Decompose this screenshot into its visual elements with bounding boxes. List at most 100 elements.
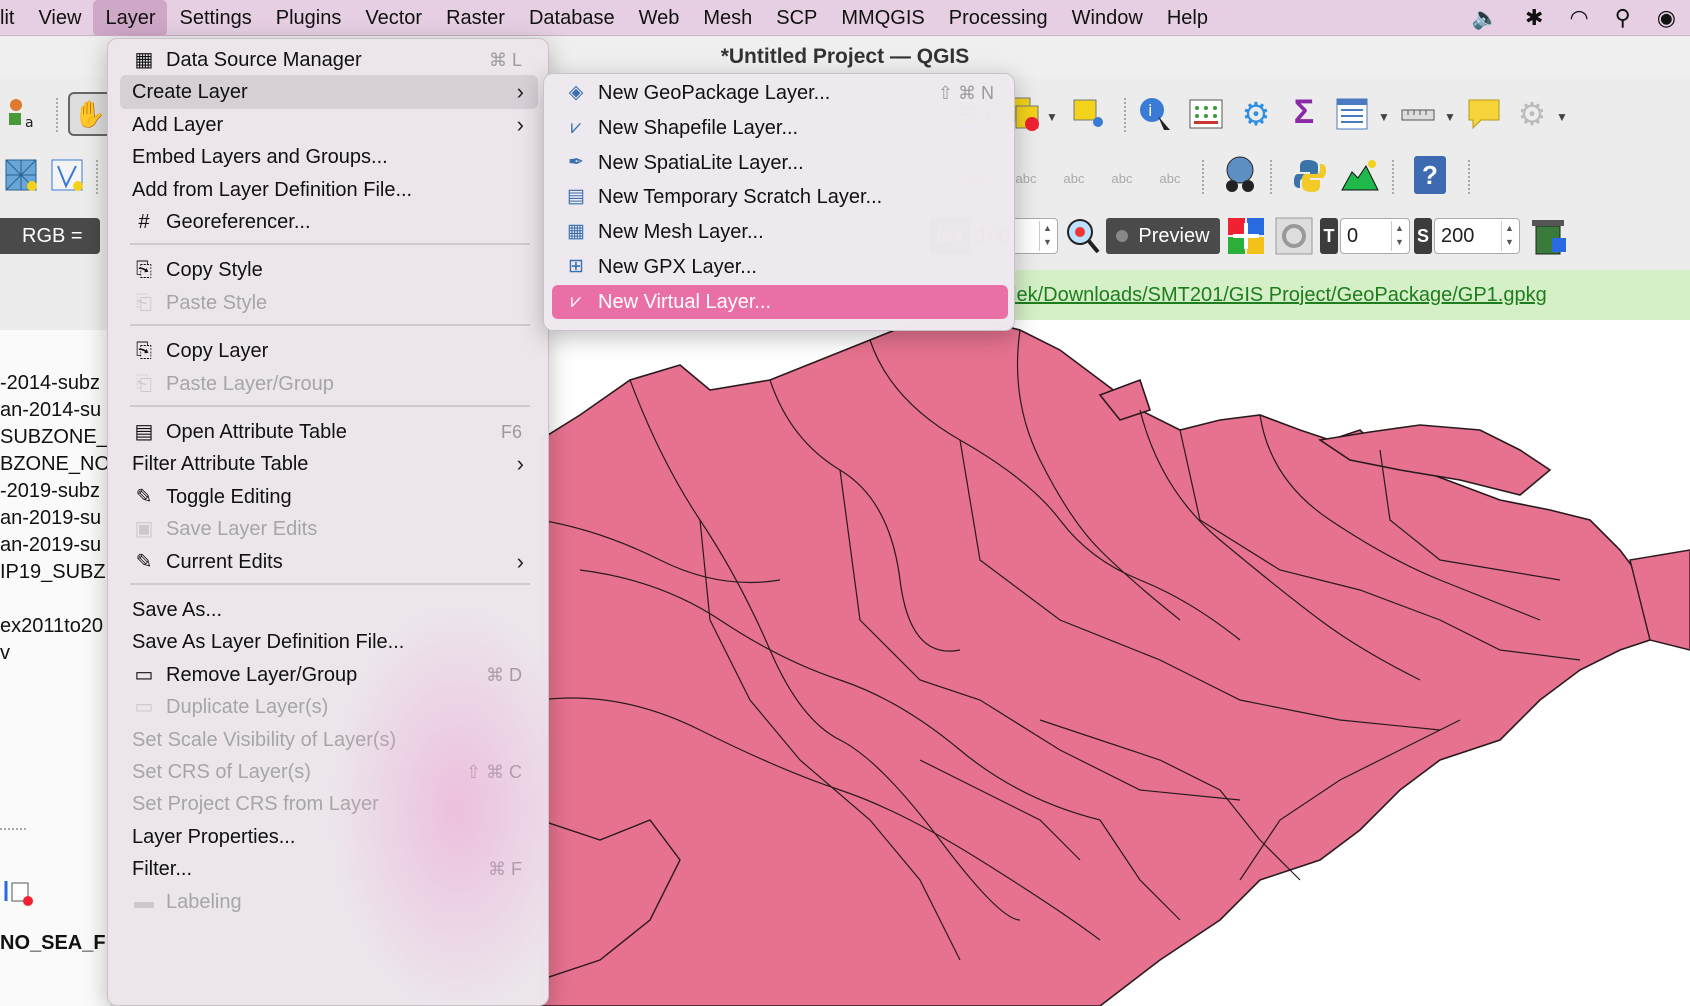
menu-item-current-edits[interactable]: ✎ Current Edits ›	[120, 545, 538, 579]
menu-window[interactable]: Window	[1060, 0, 1155, 36]
map-tips-icon[interactable]	[1464, 94, 1504, 134]
menu-item-paste-style[interactable]: ⎗ Paste Style	[120, 286, 538, 320]
spin-arrows-icon[interactable]: ▲ ▼	[1391, 221, 1407, 251]
menu-item-data-source-manager[interactable]: ▦ Data Source Manager ⌘ L	[120, 43, 538, 77]
toolbar-grip[interactable]	[96, 160, 100, 194]
spotlight-search-icon[interactable]: ⚲	[1615, 5, 1631, 31]
layer-tree-item[interactable]: ex2011to20	[0, 615, 103, 638]
control-center-icon[interactable]: ◉	[1657, 5, 1676, 31]
label-move-icon[interactable]: abc	[1054, 158, 1094, 198]
menu-web[interactable]: Web	[627, 0, 692, 36]
layer-tree-item[interactable]: -2014-subz	[0, 372, 100, 395]
layers-panel-tool-icon[interactable]	[0, 872, 40, 912]
layer-tree-item[interactable]: an-2014-su	[0, 399, 101, 422]
menu-plugins[interactable]: Plugins	[264, 0, 354, 36]
identify-features-icon[interactable]: i	[1136, 94, 1176, 134]
refresh-icon[interactable]	[1274, 216, 1314, 256]
scp-band-set-icon[interactable]	[1226, 216, 1266, 256]
help-icon[interactable]: ?	[1414, 156, 1446, 194]
toolbar-grip[interactable]	[56, 98, 60, 132]
menu-item-layer-properties[interactable]: Layer Properties...	[120, 820, 538, 854]
layer-tree-bottom-item[interactable]: NO_SEA_F	[0, 932, 106, 955]
map-canvas[interactable]	[540, 320, 1690, 1006]
submenu-item-new-geopackage-layer[interactable]: ◈ New GeoPackage Layer... ⇧ ⌘ N	[552, 76, 1008, 110]
new-mesh-layer-icon[interactable]	[2, 156, 42, 196]
digitize-icon[interactable]: a	[4, 94, 44, 134]
statistical-summary-icon[interactable]: Σ	[1284, 92, 1324, 132]
menu-help[interactable]: Help	[1155, 0, 1220, 36]
processing-toolbox-icon[interactable]: ⚙	[1236, 94, 1276, 134]
menu-item-save-as[interactable]: Save As...	[120, 593, 538, 627]
menu-item-open-attribute-table[interactable]: ▤ Open Attribute Table F6	[120, 415, 538, 449]
menu-item-add-from-layer-definition-file[interactable]: Add from Layer Definition File...	[120, 173, 538, 207]
menu-layer[interactable]: Layer	[93, 0, 168, 36]
open-field-calculator-icon[interactable]	[1186, 94, 1226, 134]
menu-view[interactable]: View	[26, 0, 93, 36]
rgb-combo[interactable]: RGB =	[0, 218, 100, 254]
submenu-item-new-spatialite-layer[interactable]: ✒ New SpatiaLite Layer...	[552, 146, 1008, 180]
bluetooth-icon[interactable]: ✱	[1525, 5, 1543, 31]
chevron-down-icon[interactable]: ▼	[1046, 110, 1058, 124]
chevron-down-icon[interactable]: ▼	[1556, 110, 1568, 124]
submenu-item-new-mesh-layer[interactable]: ▦ New Mesh Layer...	[552, 215, 1008, 249]
menu-mmqgis[interactable]: MMQGIS	[829, 0, 936, 36]
layer-tree-item[interactable]: SUBZONE_I	[0, 426, 110, 449]
terrain-profile-icon[interactable]	[1340, 156, 1380, 196]
layer-tree-item[interactable]: an-2019-su	[0, 507, 101, 530]
menu-item-create-layer[interactable]: Create Layer ›	[120, 75, 538, 110]
zoom-preview-icon[interactable]	[1062, 216, 1102, 256]
osm-plugin-icon[interactable]	[1220, 154, 1260, 194]
chevron-down-icon[interactable]: ▼	[1444, 110, 1456, 124]
menu-item-add-layer[interactable]: Add Layer ›	[120, 108, 538, 142]
pan-hand-icon[interactable]: ✋	[68, 92, 112, 136]
wifi-icon[interactable]: ◠	[1569, 5, 1588, 31]
menu-item-set-scale-visibility-of-layer-s[interactable]: Set Scale Visibility of Layer(s)	[120, 723, 538, 757]
message-bar-path-link[interactable]: lek/Downloads/SMT201/GIS Project/GeoPack…	[1000, 270, 1690, 320]
toolbar-grip[interactable]	[1392, 160, 1396, 194]
toolbar-grip[interactable]	[1124, 98, 1128, 132]
menu-lit[interactable]: lit	[0, 0, 26, 36]
menu-item-save-layer-edits[interactable]: ▣ Save Layer Edits	[120, 512, 538, 546]
menu-item-labeling[interactable]: ▬ Labeling	[120, 885, 538, 919]
spin-arrows-icon[interactable]: ▲ ▼	[1039, 221, 1055, 251]
layer-tree-item[interactable]: v	[0, 642, 10, 665]
menu-settings[interactable]: Settings	[167, 0, 263, 36]
menu-item-filter[interactable]: Filter... ⌘ F	[120, 852, 538, 886]
menu-database[interactable]: Database	[517, 0, 627, 36]
trash-icon[interactable]	[1528, 216, 1568, 256]
menu-processing[interactable]: Processing	[937, 0, 1060, 36]
volume-icon[interactable]: 🔈	[1472, 5, 1499, 31]
menu-mesh[interactable]: Mesh	[691, 0, 764, 36]
layer-tree-item[interactable]: -2019-subz	[0, 480, 100, 503]
menu-item-set-crs-of-layer-s[interactable]: Set CRS of Layer(s) ⇧ ⌘ C	[120, 755, 538, 789]
layer-tree-item[interactable]: BZONE_NO	[0, 453, 110, 476]
layer-tree-item[interactable]: IP19_SUBZ	[0, 561, 106, 584]
toolbar-grip[interactable]	[1270, 160, 1274, 194]
menu-item-copy-style[interactable]: ⎘ Copy Style	[120, 253, 538, 287]
map-polygons[interactable]	[540, 320, 1690, 1006]
menu-item-embed-layers-and-groups[interactable]: Embed Layers and Groups...	[120, 140, 538, 174]
chevron-down-icon[interactable]: ▼	[1378, 110, 1390, 124]
menu-vector[interactable]: Vector	[353, 0, 434, 36]
measure-line-icon[interactable]	[1398, 94, 1438, 134]
label-change-icon[interactable]: abc	[1150, 158, 1190, 198]
submenu-item-new-temporary-scratch-layer[interactable]: ▤ New Temporary Scratch Layer...	[552, 180, 1008, 214]
menu-item-paste-layer-group[interactable]: ⎗ Paste Layer/Group	[120, 367, 538, 401]
menu-raster[interactable]: Raster	[434, 0, 517, 36]
toolbar-grip[interactable]	[1468, 160, 1472, 194]
layer-tree-item[interactable]: an-2019-su	[0, 534, 101, 557]
spin-arrows-icon[interactable]: ▲ ▼	[1501, 221, 1517, 251]
submenu-item-new-shapefile-layer[interactable]: ⩗ New Shapefile Layer...	[552, 111, 1008, 145]
new-virtual-layer-icon[interactable]	[48, 156, 88, 196]
label-rotate-icon[interactable]: abc	[1102, 158, 1142, 198]
menu-scp[interactable]: SCP	[764, 0, 829, 36]
menu-item-set-project-crs-from-layer[interactable]: Set Project CRS from Layer	[120, 787, 538, 821]
menu-item-duplicate-layer-s[interactable]: ▭ Duplicate Layer(s)	[120, 690, 538, 724]
preview-button[interactable]: Preview	[1106, 218, 1220, 254]
python-console-icon[interactable]	[1290, 156, 1330, 196]
menu-item-toggle-editing[interactable]: ✎ Toggle Editing	[120, 480, 538, 514]
menu-item-georeferencer[interactable]: # Georeferencer...	[120, 205, 538, 239]
submenu-item-new-virtual-layer[interactable]: ⩗ New Virtual Layer...	[552, 284, 1008, 319]
settings-gear-icon[interactable]: ⚙	[1512, 94, 1552, 134]
select-by-location-icon[interactable]	[1068, 94, 1108, 134]
